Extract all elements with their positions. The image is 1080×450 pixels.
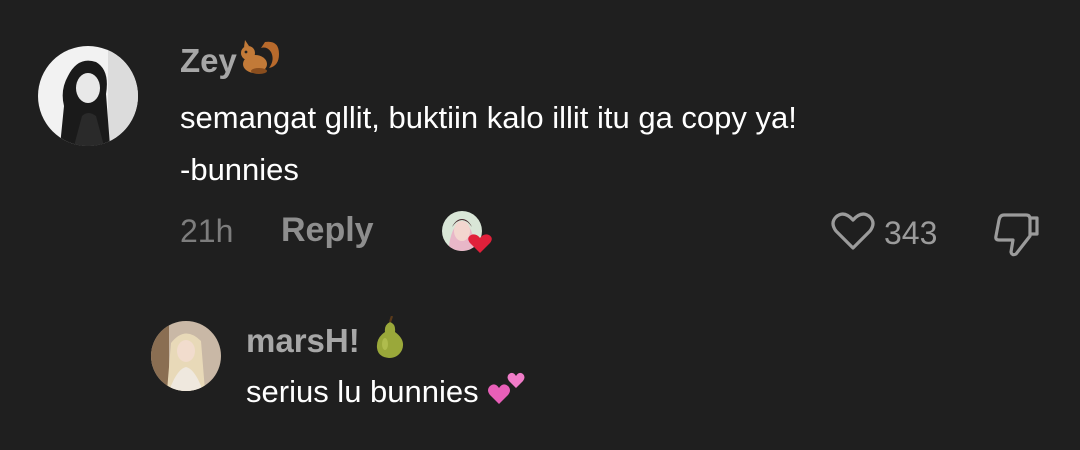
author-name[interactable]: marsH! xyxy=(246,322,360,360)
like-count: 343 xyxy=(884,214,938,251)
heart-outline-icon[interactable] xyxy=(830,210,876,257)
like-button[interactable]: 343 xyxy=(830,210,937,256)
squirrel-icon xyxy=(239,38,283,84)
avatar[interactable] xyxy=(151,321,221,391)
reply-body: serius lu bunnies xyxy=(246,374,479,409)
pear-icon xyxy=(372,315,408,366)
avatar[interactable] xyxy=(38,46,138,146)
comment-thread: Zey semangat gllit, buktiin kalo illit i… xyxy=(0,0,1080,450)
reply-author[interactable]: marsH! xyxy=(246,315,408,366)
reply-button[interactable]: Reply xyxy=(281,211,374,250)
two-hearts-icon xyxy=(487,370,527,414)
creator-avatar-icon xyxy=(442,211,492,253)
dislike-button[interactable] xyxy=(990,210,1042,258)
comment-author[interactable]: Zey xyxy=(180,38,283,84)
reply-text: serius lu bunnies xyxy=(246,370,527,414)
comment-line: -bunnies xyxy=(180,152,299,187)
creator-liked-badge xyxy=(440,207,496,257)
author-name[interactable]: Zey xyxy=(180,42,237,80)
comment-line: semangat gllit, buktiin kalo illit itu g… xyxy=(180,100,797,135)
thumbs-down-icon xyxy=(994,213,1039,257)
comment-timestamp: 21h xyxy=(180,213,234,249)
comment-text: semangat gllit, buktiin kalo illit itu g… xyxy=(180,92,797,196)
